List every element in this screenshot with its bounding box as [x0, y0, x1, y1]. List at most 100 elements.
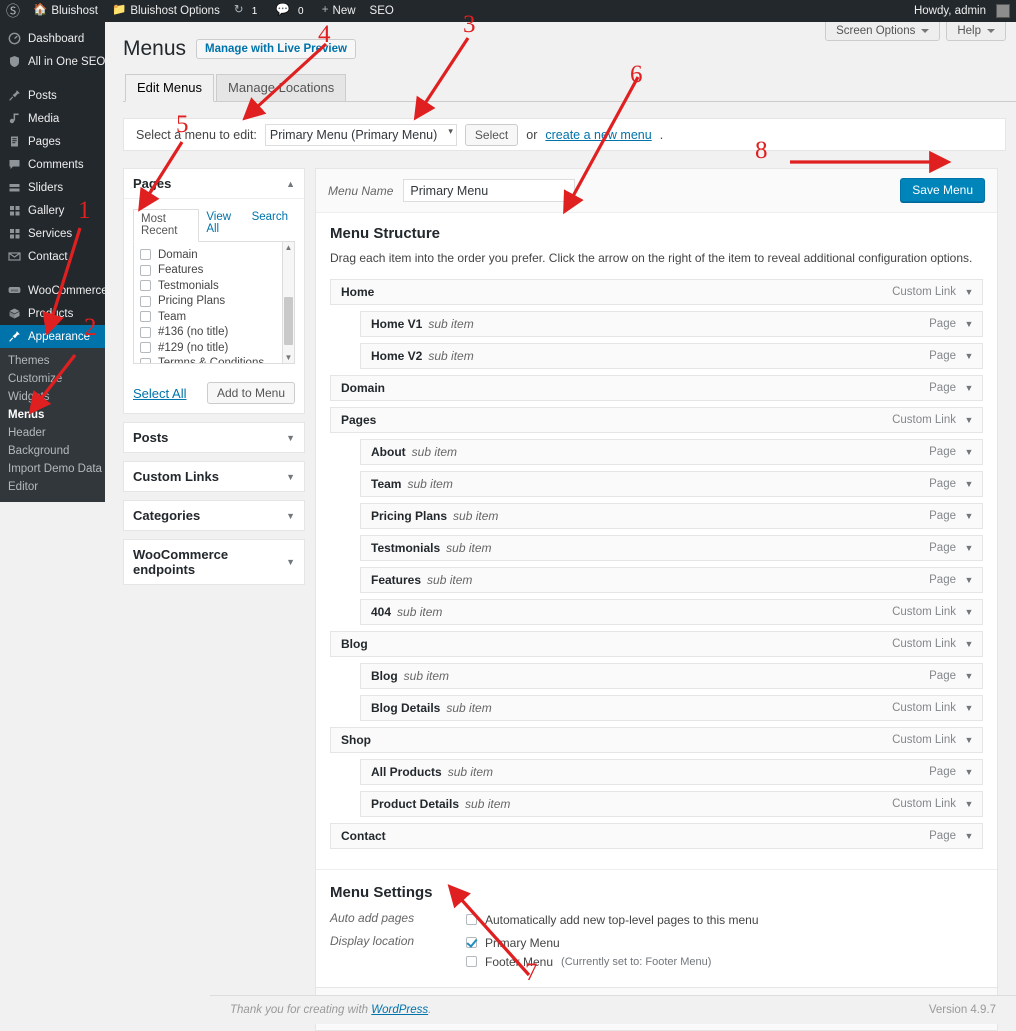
menu-item[interactable]: Shop Custom Link ▼	[330, 727, 983, 753]
save-menu-button-top[interactable]: Save Menu	[900, 178, 985, 202]
footer-menu-checkbox[interactable]	[466, 956, 477, 967]
menu-item[interactable]: Domain Page ▼	[330, 375, 983, 401]
woocommerce-endpoints-metabox-header[interactable]: WooCommerce endpoints ▼	[124, 540, 304, 584]
chevron-down-icon[interactable]: ▼	[956, 319, 982, 329]
help-button[interactable]: Help	[946, 22, 1006, 41]
menu-item[interactable]: Home V2 sub item Page ▼	[360, 343, 983, 369]
checklist-row[interactable]: Team	[140, 309, 294, 324]
chevron-down-icon[interactable]: ▼	[956, 639, 982, 649]
checklist-row[interactable]: Termns & Conditions	[140, 356, 294, 363]
adminbar-my-account[interactable]: Howdy, admin	[907, 0, 990, 22]
scroll-down-arrow-icon[interactable]: ▼	[283, 352, 294, 363]
adminbar-comments[interactable]: 💬 0	[268, 0, 314, 22]
sidebar-item-pages[interactable]: Pages	[0, 130, 105, 153]
sidebar-item-services[interactable]: Services	[0, 222, 105, 245]
menu-item[interactable]: About sub item Page ▼	[360, 439, 983, 465]
chevron-up-icon[interactable]: ▲	[286, 179, 295, 189]
menu-item[interactable]: Home Custom Link ▼	[330, 279, 983, 305]
primary-menu-checkbox[interactable]	[466, 937, 477, 948]
create-a-new-menu-link[interactable]: create a new menu	[545, 128, 651, 142]
categories-metabox-header[interactable]: Categories ▼	[124, 501, 304, 530]
location-option-footer[interactable]: Footer Menu (Currently set to: Footer Me…	[466, 952, 711, 971]
page-checkbox[interactable]	[140, 311, 151, 322]
custom-links-metabox[interactable]: Custom Links ▼	[123, 461, 305, 492]
chevron-down-icon[interactable]: ▼	[956, 479, 982, 489]
chevron-down-icon[interactable]: ▼	[956, 671, 982, 681]
chevron-down-icon[interactable]: ▼	[956, 767, 982, 777]
page-checkbox[interactable]	[140, 357, 151, 363]
woocommerce-endpoints-metabox[interactable]: WooCommerce endpoints ▼	[123, 539, 305, 585]
sidebar-item-header[interactable]: Header	[0, 424, 105, 442]
auto-add-pages-checkbox[interactable]	[466, 914, 477, 925]
menu-item[interactable]: Product Details sub item Custom Link ▼	[360, 791, 983, 817]
chevron-down-icon[interactable]: ▼	[956, 383, 982, 393]
checklist-row[interactable]: Pricing Plans	[140, 294, 294, 309]
chevron-down-icon[interactable]: ▼	[956, 287, 982, 297]
custom-links-metabox-header[interactable]: Custom Links ▼	[124, 462, 304, 491]
menu-name-input[interactable]	[403, 179, 576, 202]
adminbar-updates[interactable]: ↻ 1	[227, 0, 269, 22]
chevron-down-icon[interactable]: ▼	[956, 735, 982, 745]
sidebar-item-menus[interactable]: Menus	[0, 406, 105, 424]
chevron-down-icon[interactable]: ▼	[956, 831, 982, 841]
sidebar-item-comments[interactable]: Comments	[0, 153, 105, 176]
tab-most-recent[interactable]: Most Recent	[133, 209, 200, 242]
checklist-row[interactable]: Domain	[140, 247, 294, 262]
sidebar-item-dashboard[interactable]: Dashboard	[0, 27, 105, 50]
add-to-menu-button[interactable]: Add to Menu	[206, 382, 295, 404]
chevron-down-icon[interactable]: ▼	[956, 607, 982, 617]
menu-item[interactable]: Pages Custom Link ▼	[330, 407, 983, 433]
checklist-row[interactable]: #129 (no title)	[140, 340, 294, 355]
menu-item[interactable]: Home V1 sub item Page ▼	[360, 311, 983, 337]
tab-manage-locations[interactable]: Manage Locations	[216, 73, 347, 103]
chevron-down-icon[interactable]: ▼	[286, 472, 295, 482]
wordpress-link[interactable]: WordPress	[371, 1004, 428, 1016]
chevron-down-icon[interactable]: ▼	[956, 543, 982, 553]
chevron-down-icon[interactable]: ▼	[956, 575, 982, 585]
sidebar-item-media[interactable]: Media	[0, 107, 105, 130]
menu-item[interactable]: Blog sub item Page ▼	[360, 663, 983, 689]
page-checkbox[interactable]	[140, 264, 151, 276]
sidebar-item-background[interactable]: Background	[0, 442, 105, 460]
adminbar-new-content[interactable]: + New	[315, 0, 363, 22]
posts-metabox-header[interactable]: Posts ▼	[124, 423, 304, 452]
scrollbar-thumb[interactable]	[284, 297, 293, 345]
sidebar-item-widgets[interactable]: Widgets	[0, 388, 105, 406]
page-checkbox[interactable]	[140, 326, 151, 338]
manage-with-live-preview-button[interactable]: Manage with Live Preview	[196, 38, 356, 59]
posts-metabox[interactable]: Posts ▼	[123, 422, 305, 453]
adminbar-bluishost-options[interactable]: 📁 Bluishost Options	[105, 0, 227, 22]
chevron-down-icon[interactable]: ▼	[956, 415, 982, 425]
wordpress-logo-menu[interactable]: Ⓢ	[0, 0, 26, 22]
tab-search[interactable]: Search	[245, 208, 295, 241]
scroll-up-arrow-icon[interactable]: ▲	[283, 242, 294, 253]
checklist-row[interactable]: Testmonials	[140, 278, 294, 293]
auto-add-pages-option[interactable]: Automatically add new top-level pages to…	[466, 910, 759, 929]
menu-item[interactable]: Blog Details sub item Custom Link ▼	[360, 695, 983, 721]
tab-edit-menus[interactable]: Edit Menus	[125, 73, 215, 103]
chevron-down-icon[interactable]: ▼	[286, 511, 295, 521]
sidebar-item-import-demo-data[interactable]: Import Demo Data	[0, 460, 105, 478]
tab-view-all[interactable]: View All	[199, 208, 244, 241]
categories-metabox[interactable]: Categories ▼	[123, 500, 305, 531]
chevron-down-icon[interactable]: ▼	[286, 433, 295, 443]
chevron-down-icon[interactable]: ▼	[956, 447, 982, 457]
sidebar-item-contact[interactable]: Contact	[0, 245, 105, 268]
page-checkbox[interactable]	[140, 342, 151, 353]
chevron-down-icon[interactable]: ▼	[956, 511, 982, 521]
sidebar-item-customize[interactable]: Customize	[0, 370, 105, 388]
menu-item[interactable]: Pricing Plans sub item Page ▼	[360, 503, 983, 529]
menu-item[interactable]: Testmonials sub item Page ▼	[360, 535, 983, 561]
checklist-row[interactable]: Features	[140, 263, 294, 278]
chevron-down-icon[interactable]: ▼	[286, 557, 295, 567]
sidebar-item-woocommerce[interactable]: woo WooCommerce	[0, 279, 108, 302]
select-button[interactable]: Select	[464, 123, 519, 146]
page-checkbox[interactable]	[140, 249, 151, 260]
adminbar-seo[interactable]: SEO	[363, 0, 401, 22]
page-checkbox[interactable]	[140, 295, 151, 307]
menu-item[interactable]: All Products sub item Page ▼	[360, 759, 983, 785]
menu-item[interactable]: Contact Page ▼	[330, 823, 983, 849]
select-all-link[interactable]: Select All	[133, 386, 186, 401]
chevron-down-icon[interactable]: ▼	[956, 799, 982, 809]
menu-item[interactable]: 404 sub item Custom Link ▼	[360, 599, 983, 625]
